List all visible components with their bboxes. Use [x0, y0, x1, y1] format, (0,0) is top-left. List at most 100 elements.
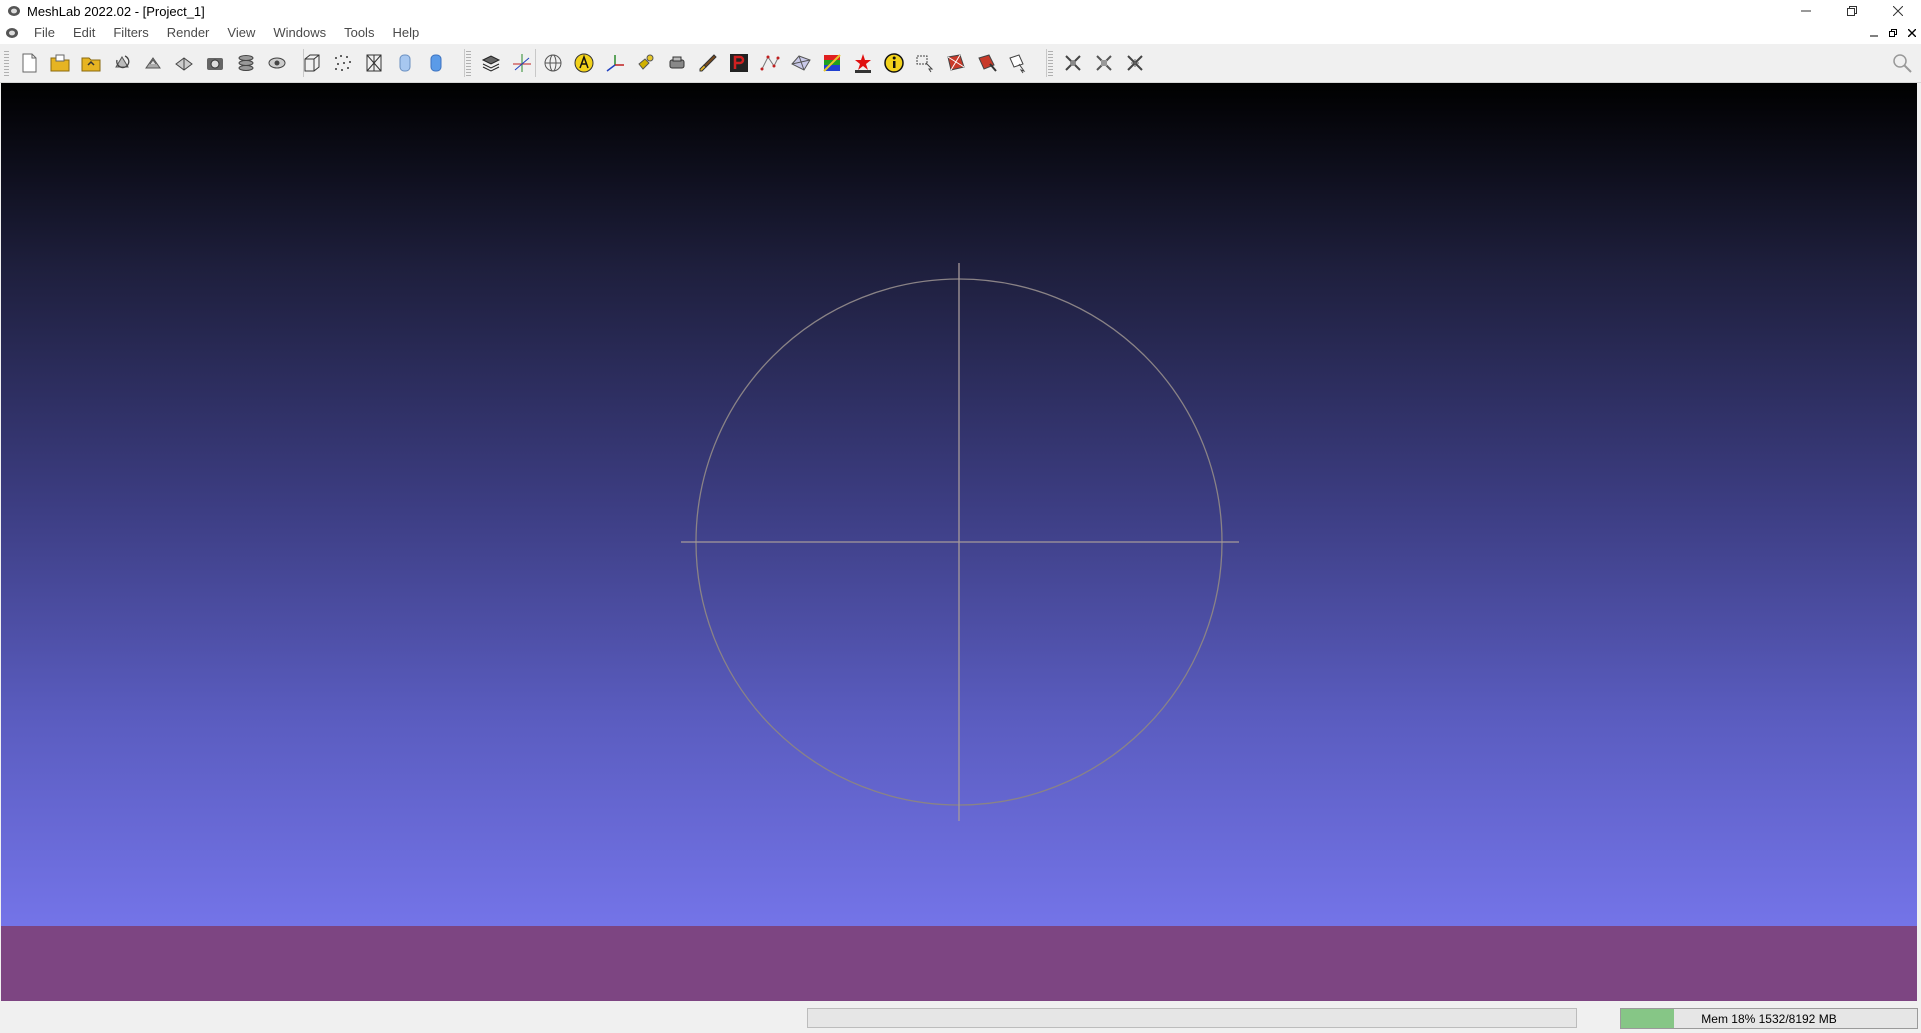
mdi-close-button[interactable] — [1902, 24, 1921, 42]
reload-button[interactable] — [106, 48, 137, 78]
annotation-icon — [574, 53, 593, 73]
render-mode-toolbar — [296, 48, 451, 78]
search-button[interactable] — [1889, 50, 1915, 76]
layers-button[interactable] — [475, 48, 506, 78]
measure-icon — [606, 55, 624, 72]
align-icon — [669, 56, 684, 69]
georef-icon — [854, 54, 871, 73]
tool-b-icon — [1095, 55, 1112, 71]
toolbar-handle[interactable] — [4, 50, 9, 76]
tool-b-button[interactable] — [1088, 48, 1119, 78]
import-mesh-icon — [81, 57, 100, 72]
decorate-axes-button[interactable] — [506, 48, 537, 78]
new-project-button[interactable] — [13, 48, 44, 78]
wireframe-icon — [366, 54, 381, 72]
minimize-icon — [1869, 35, 1878, 37]
ortho-view-icon — [268, 57, 285, 69]
toolbar-handle[interactable] — [1048, 50, 1053, 76]
snapshot-icon — [206, 58, 223, 70]
mdi-minimize-button[interactable] — [1864, 24, 1883, 42]
flat-shading-button[interactable] — [389, 48, 420, 78]
open-project-button[interactable] — [44, 48, 75, 78]
reload-all-button[interactable] — [137, 48, 168, 78]
restore-icon — [1847, 6, 1857, 16]
restore-window-button[interactable] — [1829, 0, 1875, 22]
measure-button[interactable] — [599, 48, 630, 78]
select-polygon-button[interactable] — [1002, 48, 1033, 78]
tool-c-button[interactable] — [1119, 48, 1150, 78]
smooth-icon — [430, 54, 441, 72]
select-faces-icon — [790, 55, 811, 71]
paint-icon — [637, 54, 653, 70]
3d-viewport[interactable] — [1, 83, 1917, 926]
restore-icon — [1888, 29, 1897, 37]
select-area-button[interactable] — [940, 48, 971, 78]
tool-a-icon — [1064, 55, 1081, 71]
reload-icon — [114, 55, 129, 69]
layer-stack-button[interactable] — [230, 48, 261, 78]
close-icon — [1893, 6, 1903, 16]
select-connected-button[interactable] — [909, 48, 940, 78]
edit-tools-toolbar — [537, 48, 1033, 78]
window-title: MeshLab 2022.02 - [Project_1] — [27, 3, 205, 19]
align-button[interactable] — [661, 48, 692, 78]
select-faces-button[interactable] — [785, 48, 816, 78]
pick-points-icon — [729, 54, 748, 72]
menu-filters[interactable]: Filters — [104, 22, 157, 44]
menu-edit[interactable]: Edit — [64, 22, 104, 44]
close-icon — [1907, 29, 1916, 37]
export-mesh-button[interactable] — [168, 48, 199, 78]
annotation-button[interactable] — [568, 48, 599, 78]
reload-all-icon — [144, 57, 161, 69]
toolbar-separator — [535, 49, 536, 77]
menu-file[interactable]: File — [25, 22, 64, 44]
menu-help[interactable]: Help — [383, 22, 428, 44]
import-mesh-button[interactable] — [75, 48, 106, 78]
viewport-lower-band — [1, 926, 1917, 1001]
menu-bar: File Edit Filters Render View Windows To… — [0, 22, 1921, 44]
select-vertices-button[interactable] — [754, 48, 785, 78]
flat-icon — [399, 54, 410, 72]
status-bar: Mem 18% 1532/8192 MB — [0, 1001, 1921, 1033]
progress-bar — [807, 1008, 1577, 1028]
mdi-restore-button[interactable] — [1883, 24, 1902, 42]
memory-usage-label: Mem 18% 1532/8192 MB — [1701, 1011, 1837, 1026]
tool-c-icon — [1126, 55, 1143, 71]
select-area-icon — [946, 54, 965, 71]
brush-button[interactable] — [692, 48, 723, 78]
menu-windows[interactable]: Windows — [264, 22, 335, 44]
decorate-axes-icon — [512, 54, 531, 72]
info-icon — [883, 53, 904, 73]
bounding-box-button[interactable] — [296, 48, 327, 78]
minimize-window-button[interactable] — [1783, 0, 1829, 22]
paint-button[interactable] — [630, 48, 661, 78]
texture-button[interactable] — [816, 48, 847, 78]
trackball-button[interactable] — [537, 48, 568, 78]
search-icon — [1893, 54, 1912, 73]
menu-render[interactable]: Render — [158, 22, 219, 44]
export-mesh-icon — [174, 57, 193, 71]
close-window-button[interactable] — [1875, 0, 1921, 22]
ortho-view-button[interactable] — [261, 48, 292, 78]
smooth-shading-button[interactable] — [420, 48, 451, 78]
toolbar-separator — [1046, 49, 1047, 77]
info-button[interactable] — [878, 48, 909, 78]
select-polygon-icon — [1008, 54, 1025, 74]
snapshot-button[interactable] — [199, 48, 230, 78]
tool-a-button[interactable] — [1057, 48, 1088, 78]
document-icon[interactable] — [5, 26, 19, 40]
menu-tools[interactable]: Tools — [335, 22, 383, 44]
points-button[interactable] — [327, 48, 358, 78]
select-brush-icon — [977, 54, 997, 72]
toolbar-handle[interactable] — [466, 50, 471, 76]
layers-toolbar — [466, 48, 537, 78]
wireframe-button[interactable] — [358, 48, 389, 78]
open-project-icon — [50, 54, 69, 72]
title-bar: MeshLab 2022.02 - [Project_1] — [0, 0, 1921, 22]
points-icon — [334, 55, 351, 71]
menu-view[interactable]: View — [218, 22, 264, 44]
select-brush-button[interactable] — [971, 48, 1002, 78]
pick-points-button[interactable] — [723, 48, 754, 78]
trackball-icon — [544, 54, 561, 72]
georef-button[interactable] — [847, 48, 878, 78]
